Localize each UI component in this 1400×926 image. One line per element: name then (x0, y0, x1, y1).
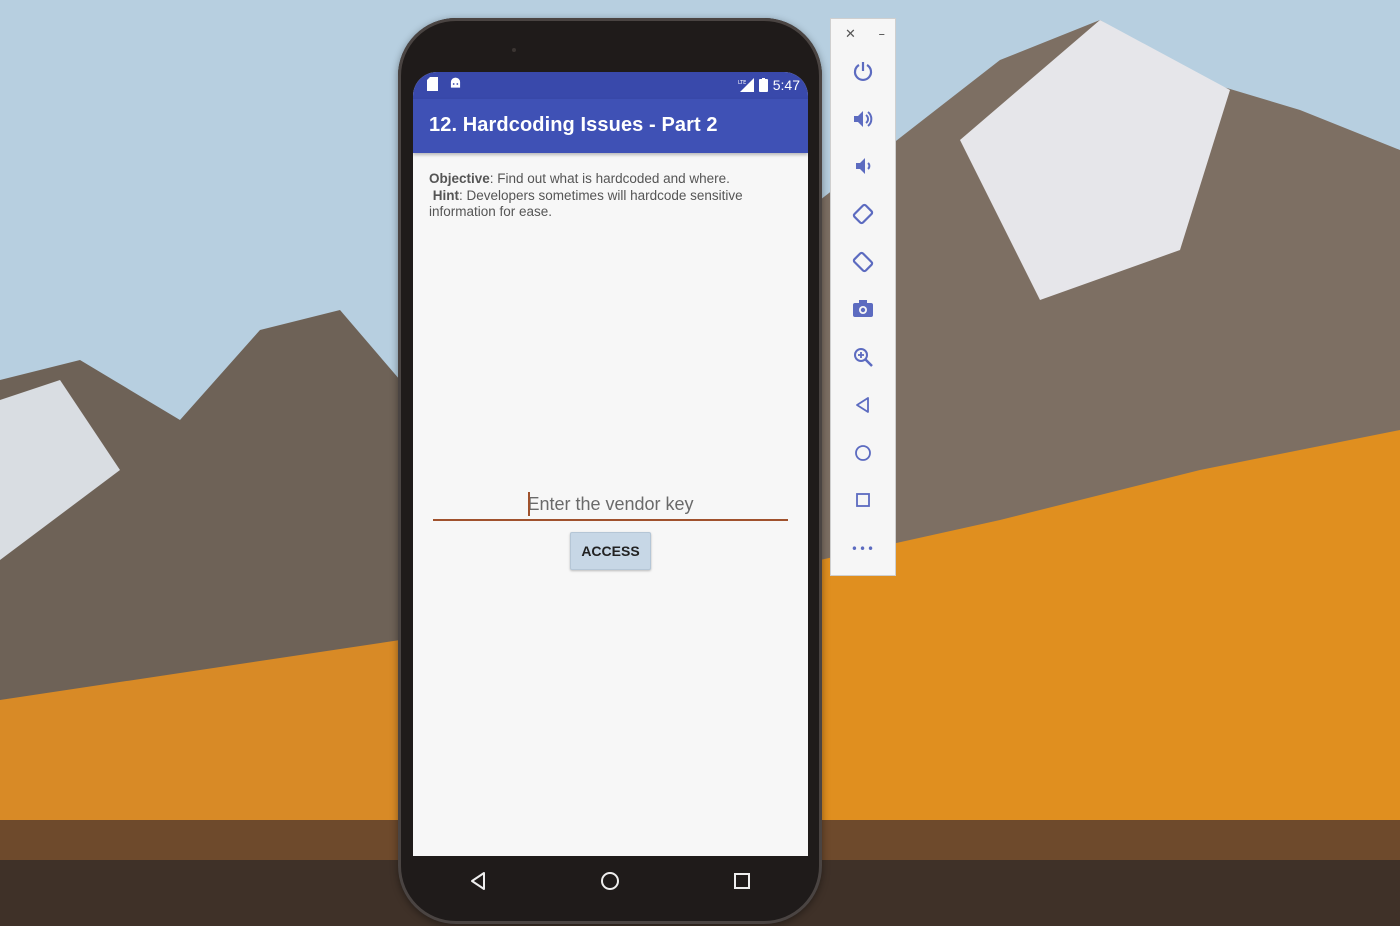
rotate-left-icon (852, 203, 874, 225)
objective-label: Objective (429, 171, 490, 186)
volume-up-button[interactable] (847, 103, 879, 135)
main-content: Objective: Find out what is hardcoded an… (413, 153, 808, 856)
recents-square-icon (734, 873, 751, 889)
android-nav-bar (413, 856, 808, 906)
nav-back-button[interactable] (459, 861, 499, 901)
screenshot-button[interactable] (847, 293, 879, 325)
back-icon (856, 397, 869, 413)
minimize-icon[interactable]: – (879, 27, 886, 42)
status-bar: LTE 5:47 (413, 72, 808, 99)
zoom-icon (854, 348, 873, 367)
vendor-key-input[interactable] (433, 489, 788, 521)
volume-up-icon (854, 111, 873, 127)
close-icon[interactable]: ✕ (845, 27, 856, 42)
objective-text: : Find out what is hardcoded and where. (489, 171, 730, 186)
nav-home-button[interactable] (590, 861, 630, 901)
camera-icon (853, 300, 873, 317)
hint-label: Hint (432, 187, 460, 203)
back-triangle-icon (470, 872, 485, 890)
phone-screen: LTE 5:47 12. Hardcoding Issues - Part 2 … (413, 72, 808, 856)
svg-text:LTE: LTE (738, 80, 746, 86)
camera-dot (512, 48, 516, 52)
battery-icon (758, 78, 768, 92)
zoom-button[interactable] (847, 341, 879, 373)
status-time: 5:47 (772, 77, 800, 93)
app-bar: 12. Hardcoding Issues - Part 2 (413, 99, 808, 153)
page-title: 12. Hardcoding Issues - Part 2 (429, 114, 718, 136)
rotate-right-button[interactable] (847, 246, 879, 278)
volume-down-icon (856, 158, 871, 174)
android-icon (450, 77, 461, 88)
nav-recents-button[interactable] (722, 861, 762, 901)
phone-frame: LTE 5:47 12. Hardcoding Issues - Part 2 … (398, 18, 822, 924)
instructions-text: Objective: Find out what is hardcoded an… (429, 171, 779, 221)
lte-signal-icon: LTE (738, 78, 754, 92)
power-button[interactable] (847, 55, 879, 87)
rotate-right-icon (852, 251, 874, 273)
volume-down-button[interactable] (847, 150, 879, 182)
overview-button[interactable] (847, 484, 879, 516)
sd-card-icon (427, 77, 438, 91)
text-cursor (528, 492, 530, 516)
home-button[interactable] (847, 437, 879, 469)
power-icon (853, 62, 873, 82)
back-button[interactable] (847, 389, 879, 421)
hint-text: : Developers sometimes will hardcode sen… (429, 187, 743, 220)
more-button[interactable]: ••• (847, 533, 879, 565)
rotate-left-button[interactable] (847, 198, 879, 230)
home-icon (855, 445, 871, 461)
emulator-toolbar: ✕ – ••• (830, 18, 896, 576)
overview-icon (856, 493, 870, 507)
access-button[interactable]: ACCESS (570, 532, 651, 570)
home-circle-icon (601, 872, 620, 890)
